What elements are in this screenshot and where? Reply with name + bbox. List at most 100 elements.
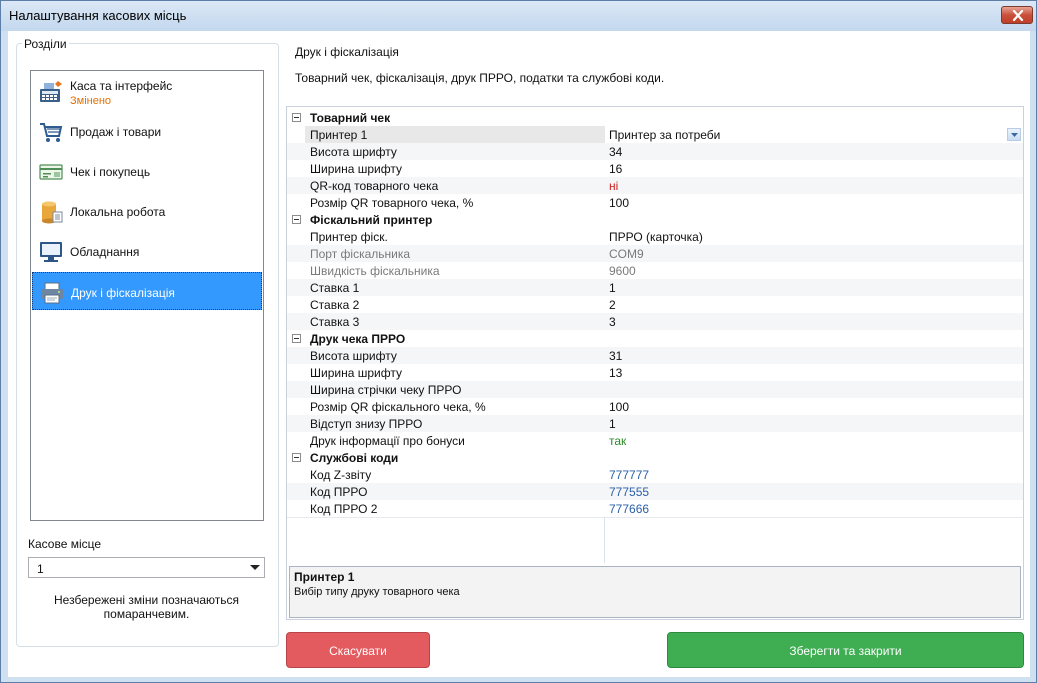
property-value[interactable]: 1 [609, 417, 616, 431]
property-category[interactable]: Друк чека ПРРО [287, 330, 1023, 347]
property-row[interactable]: Розмір QR фіскального чека, % 100 [287, 398, 1023, 415]
sidebar-item-local-work[interactable]: Локальна робота [32, 192, 262, 230]
property-value[interactable]: так [609, 434, 626, 448]
property-row[interactable]: Ширина шрифту 13 [287, 364, 1023, 381]
sidebar-item-label: Чек і покупець [70, 165, 151, 179]
sections-group-title: Розділи [22, 37, 69, 51]
changed-badge: Змінено [70, 95, 112, 107]
property-category[interactable]: Службові коди [287, 449, 1023, 466]
property-value[interactable]: 34 [609, 145, 622, 159]
sidebar-item-label: Друк і фіскалізація [71, 286, 175, 300]
sidebar-item-label: Обладнання [70, 245, 140, 259]
property-name: Швидкість фіскальника [310, 264, 440, 278]
property-value[interactable]: 3 [609, 315, 616, 329]
property-value[interactable]: 13 [609, 366, 622, 380]
category-name: Службові коди [310, 451, 399, 465]
property-value[interactable]: 9600 [609, 264, 636, 278]
property-row[interactable]: Швидкість фіскальника 9600 [287, 262, 1023, 279]
property-category[interactable]: Фіскальний принтер [287, 211, 1023, 228]
property-value[interactable]: 777555 [609, 485, 649, 499]
property-row[interactable]: Принтер 1 Принтер за потреби [287, 126, 1023, 143]
category-name: Товарний чек [310, 111, 391, 125]
property-row[interactable]: Ставка 3 3 [287, 313, 1023, 330]
sidebar-item-equipment[interactable]: Обладнання [32, 232, 262, 270]
property-name: Принтер 1 [310, 128, 368, 142]
sections-list: Каса та інтерфейс Змінено Продаж і товар… [30, 70, 264, 521]
cash-point-label: Касове місце [28, 537, 102, 551]
sidebar-item-label: Локальна робота [70, 205, 166, 219]
property-name: Висота шрифту [310, 349, 397, 363]
property-value[interactable]: 31 [609, 349, 622, 363]
close-icon [1012, 10, 1024, 21]
property-row[interactable]: Порт фіскальника COM9 [287, 245, 1023, 262]
property-name: Ширина стрічки чеку ПРРО [310, 383, 462, 397]
property-name: Друк інформації про бонуси [310, 434, 465, 448]
property-description-text: Вибір типу друку товарного чека [294, 586, 460, 598]
property-name: Код ПРРО [310, 485, 368, 499]
property-row[interactable]: Принтер фіск. ПРРО (карточка) [287, 228, 1023, 245]
title-bar: Налаштування касових місць [1, 1, 1036, 31]
window-content: Розділи Каса та інтерфейс Змінено Продаж… [8, 31, 1030, 677]
section-title: Друк і фіскалізація [295, 45, 399, 59]
property-category[interactable]: Товарний чек [287, 109, 1023, 126]
grid-column-divider [604, 517, 605, 563]
grid-divider [287, 517, 1023, 518]
property-value[interactable]: ні [609, 179, 618, 193]
unsaved-changes-hint: Незбережені зміни позначаються помаранче… [54, 593, 239, 621]
category-name: Друк чека ПРРО [310, 332, 406, 346]
property-name: Ставка 1 [310, 281, 360, 295]
collapse-toggle-icon[interactable] [292, 453, 301, 462]
cash-point-value: 1 [37, 562, 44, 576]
sidebar-item-sales-goods[interactable]: Продаж і товари [32, 112, 262, 150]
property-value[interactable]: COM9 [609, 247, 644, 261]
property-name: Порт фіскальника [310, 247, 411, 261]
property-row[interactable]: QR-код товарного чека ні [287, 177, 1023, 194]
sidebar-item-cash-interface[interactable]: Каса та інтерфейс Змінено [32, 72, 262, 110]
property-value[interactable]: 2 [609, 298, 616, 312]
property-value[interactable]: 100 [609, 196, 629, 210]
property-name: Розмір QR фіскального чека, % [310, 400, 486, 414]
property-name: QR-код товарного чека [310, 179, 439, 193]
property-row[interactable]: Друк інформації про бонуси так [287, 432, 1023, 449]
chevron-down-icon [250, 565, 260, 570]
property-row[interactable]: Ставка 2 2 [287, 296, 1023, 313]
property-value[interactable]: 777666 [609, 502, 649, 516]
property-value[interactable]: 16 [609, 162, 622, 176]
receipt-card-icon [39, 164, 63, 180]
property-row[interactable]: Відступ знизу ПРРО 1 [287, 415, 1023, 432]
database-icon [42, 201, 63, 224]
property-name: Код Z-звіту [310, 468, 372, 482]
collapse-toggle-icon[interactable] [292, 215, 301, 224]
property-row[interactable]: Висота шрифту 31 [287, 347, 1023, 364]
property-name: Код ПРРО 2 [310, 502, 378, 516]
collapse-toggle-icon[interactable] [292, 113, 301, 122]
close-button[interactable] [1001, 6, 1033, 24]
property-row[interactable]: Код ПРРО 777555 [287, 483, 1023, 500]
sidebar-item-receipt-customer[interactable]: Чек і покупець [32, 152, 262, 190]
property-value[interactable]: 777777 [609, 468, 649, 482]
save-and-close-button[interactable]: Зберегти та закрити [667, 632, 1024, 668]
sidebar-item-label: Продаж і товари [70, 125, 162, 139]
value-dropdown-button[interactable] [1007, 128, 1021, 141]
property-row[interactable]: Ширина стрічки чеку ПРРО [287, 381, 1023, 398]
sidebar-item-print-fiscal[interactable]: Друк і фіскалізація [32, 272, 262, 310]
property-value[interactable]: 1 [609, 281, 616, 295]
property-name: Принтер фіск. [310, 230, 388, 244]
cash-point-select[interactable]: 1 [28, 557, 265, 578]
property-value[interactable]: 100 [609, 400, 629, 414]
property-row[interactable]: Код ПРРО 2 777666 [287, 500, 1023, 517]
property-row[interactable]: Код Z-звіту 777777 [287, 466, 1023, 483]
property-name: Висота шрифту [310, 145, 397, 159]
section-description: Товарний чек, фіскалізація, друк ПРРО, п… [295, 71, 665, 85]
cancel-button[interactable]: Скасувати [286, 632, 430, 668]
property-row[interactable]: Ставка 1 1 [287, 279, 1023, 296]
property-value[interactable]: ПРРО (карточка) [609, 230, 703, 244]
property-row[interactable]: Висота шрифту 34 [287, 143, 1023, 160]
property-name: Відступ знизу ПРРО [310, 417, 423, 431]
property-row[interactable]: Розмір QR товарного чека, % 100 [287, 194, 1023, 211]
collapse-toggle-icon[interactable] [292, 334, 301, 343]
printer-icon [41, 282, 63, 304]
property-name: Ставка 2 [310, 298, 360, 312]
property-row[interactable]: Ширина шрифту 16 [287, 160, 1023, 177]
property-value[interactable]: Принтер за потреби [609, 128, 720, 142]
